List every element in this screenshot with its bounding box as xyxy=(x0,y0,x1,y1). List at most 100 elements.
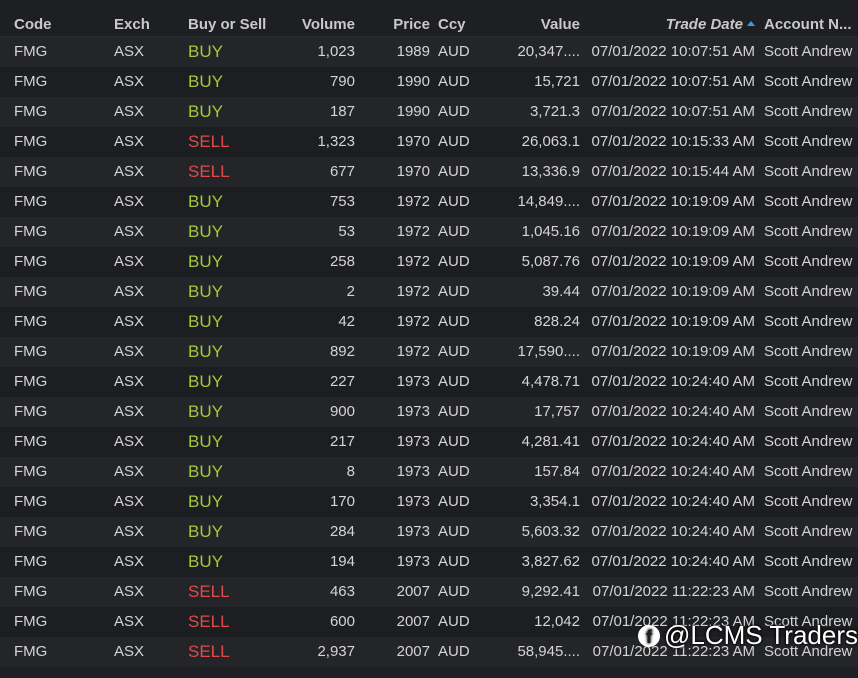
table-row[interactable]: FMG ASX BUY 217 1973 AUD 4,281.41 07/01/2022 10… xyxy=(0,427,858,457)
cell-account: Scott Andrew xyxy=(764,433,853,450)
cell-account: Scott Andrew xyxy=(764,523,853,540)
table-row[interactable]: FMG ASX SELL 463 2007 AUD 9,292.41 07/01/2022 1… xyxy=(0,577,858,607)
cell-price: 1973 xyxy=(396,463,430,480)
grid-header: Code Exch Buy or Sell Volume Price Ccy V… xyxy=(0,0,858,37)
cell-account: Scott Andrew xyxy=(764,43,853,60)
cell-trade-date: 07/01/2022 10:15:33 AM xyxy=(591,133,755,150)
cell-price: 1973 xyxy=(396,433,430,450)
table-row[interactable]: FMG ASX SELL 1,323 1970 AUD 26,063.1 07/01/2022… xyxy=(0,127,858,157)
cell-code: FMG xyxy=(14,553,48,570)
cell-side: SELL xyxy=(188,162,230,181)
cell-trade-date: 07/01/2022 10:24:40 AM xyxy=(591,403,755,420)
cell-value: 4,478.71 xyxy=(521,373,580,390)
cell-exch: ASX xyxy=(114,643,145,660)
cell-price: 1973 xyxy=(396,553,430,570)
cell-price: 1970 xyxy=(396,163,430,180)
cell-exch: ASX xyxy=(114,343,145,360)
cell-price: 1972 xyxy=(396,193,430,210)
cell-exch: ASX xyxy=(114,403,145,420)
table-row[interactable]: FMG ASX SELL 677 1970 AUD 13,336.9 07/01/2022 1… xyxy=(0,157,858,187)
cell-value: 3,827.62 xyxy=(521,553,580,570)
table-row[interactable]: FMG ASX BUY 753 1972 AUD 14,849.... 07/01/2022 … xyxy=(0,187,858,217)
cell-value: 5,603.32 xyxy=(521,523,580,540)
table-row[interactable]: FMG ASX BUY 194 1973 AUD 3,827.62 07/01/2022 10… xyxy=(0,547,858,577)
cell-trade-date: 07/01/2022 10:24:40 AM xyxy=(591,463,755,480)
table-row[interactable]: FMG ASX BUY 258 1972 AUD 5,087.76 07/01/2022 10… xyxy=(0,247,858,277)
table-row[interactable]: FMG ASX BUY 790 1990 AUD 15,721 07/01/2022 10:0… xyxy=(0,67,858,97)
table-row[interactable]: FMG ASX BUY 227 1973 AUD 4,478.71 07/01/2022 10… xyxy=(0,367,858,397)
cell-price: 1973 xyxy=(396,523,430,540)
cell-side: SELL xyxy=(188,642,230,661)
cell-price: 2007 xyxy=(396,613,430,630)
cell-account: Scott Andrew xyxy=(764,493,853,510)
table-row[interactable]: FMG ASX BUY 2 1972 AUD 39.44 07/01/2022 10:19:0… xyxy=(0,277,858,307)
cell-exch: ASX xyxy=(114,193,145,210)
cell-side: BUY xyxy=(188,42,223,61)
cell-value: 20,347.... xyxy=(517,43,580,60)
cell-account: Scott Andrew xyxy=(764,253,853,270)
cell-ccy: AUD xyxy=(438,493,470,510)
cell-volume: 194 xyxy=(329,553,355,570)
cell-volume: 227 xyxy=(329,373,355,390)
cell-code: FMG xyxy=(14,373,48,390)
cell-exch: ASX xyxy=(114,583,145,600)
cell-account: Scott Andrew xyxy=(764,403,853,420)
cell-code: FMG xyxy=(14,283,48,300)
cell-ccy: AUD xyxy=(438,283,470,300)
cell-price: 1989 xyxy=(396,43,430,60)
cell-exch: ASX xyxy=(114,523,145,540)
cell-code: FMG xyxy=(14,43,48,60)
cell-code: FMG xyxy=(14,253,48,270)
cell-exch: ASX xyxy=(114,253,145,270)
cell-volume: 258 xyxy=(329,253,355,270)
sort-up-icon[interactable] xyxy=(747,21,755,26)
table-row[interactable]: FMG ASX BUY 1,023 1989 AUD 20,347.... 07/01/202… xyxy=(0,37,858,67)
cell-exch: ASX xyxy=(114,73,145,90)
cell-side: BUY xyxy=(188,312,223,331)
cell-ccy: AUD xyxy=(438,163,470,180)
cell-account: Scott Andrew xyxy=(764,133,853,150)
cell-side: BUY xyxy=(188,282,223,301)
cell-code: FMG xyxy=(14,103,48,120)
table-row[interactable]: FMG ASX BUY 187 1990 AUD 3,721.3 07/01/2022 10:… xyxy=(0,97,858,127)
cell-account: Scott Andrew xyxy=(764,283,853,300)
cell-price: 1972 xyxy=(396,253,430,270)
cell-volume: 1,023 xyxy=(317,43,355,60)
cell-ccy: AUD xyxy=(438,223,470,240)
table-row[interactable]: FMG ASX BUY 42 1972 AUD 828.24 07/01/2022 10:19… xyxy=(0,307,858,337)
cell-trade-date: 07/01/2022 10:15:44 AM xyxy=(591,163,755,180)
cell-trade-date: 07/01/2022 10:24:40 AM xyxy=(591,493,755,510)
cell-trade-date: 07/01/2022 10:19:09 AM xyxy=(591,253,755,270)
cell-code: FMG xyxy=(14,583,48,600)
table-row[interactable]: FMG ASX BUY 284 1973 AUD 5,603.32 07/01/2022 10… xyxy=(0,517,858,547)
cell-value: 12,042 xyxy=(534,613,580,630)
cell-account: Scott Andrew xyxy=(764,163,853,180)
cell-value: 58,945.... xyxy=(517,643,580,660)
cell-account: Scott Andrew xyxy=(764,343,853,360)
table-row[interactable]: FMG ASX BUY 8 1973 AUD 157.84 07/01/2022 10:24:… xyxy=(0,457,858,487)
cell-price: 1973 xyxy=(396,373,430,390)
cell-ccy: AUD xyxy=(438,613,470,630)
cell-value: 3,354.1 xyxy=(529,493,580,510)
table-row[interactable]: FMG ASX BUY 892 1972 AUD 17,590.... 07/01/2022 … xyxy=(0,337,858,367)
cell-price: 1970 xyxy=(396,133,430,150)
table-row[interactable]: FMG ASX BUY 53 1972 AUD 1,045.16 07/01/2022 10:… xyxy=(0,217,858,247)
cell-exch: ASX xyxy=(114,313,145,330)
cell-code: FMG xyxy=(14,73,48,90)
cell-ccy: AUD xyxy=(438,193,470,210)
table-row[interactable]: FMG ASX BUY 900 1973 AUD 17,757 07/01/2022 10:2… xyxy=(0,397,858,427)
cell-value: 26,063.1 xyxy=(521,133,580,150)
cell-exch: ASX xyxy=(114,373,145,390)
watermark-text: @LCMS Traders xyxy=(664,620,858,650)
cell-volume: 900 xyxy=(329,403,355,420)
cell-value: 13,336.9 xyxy=(521,163,580,180)
cell-trade-date: 07/01/2022 10:07:51 AM xyxy=(591,43,755,60)
cell-code: FMG xyxy=(14,403,48,420)
cell-exch: ASX xyxy=(114,613,145,630)
cell-trade-date: 07/01/2022 10:07:51 AM xyxy=(591,73,755,90)
cell-price: 2007 xyxy=(396,643,430,660)
cell-volume: 53 xyxy=(338,223,355,240)
cell-side: BUY xyxy=(188,372,223,391)
table-row[interactable]: FMG ASX BUY 170 1973 AUD 3,354.1 07/01/2022 10:… xyxy=(0,487,858,517)
cell-value: 828.24 xyxy=(534,313,580,330)
